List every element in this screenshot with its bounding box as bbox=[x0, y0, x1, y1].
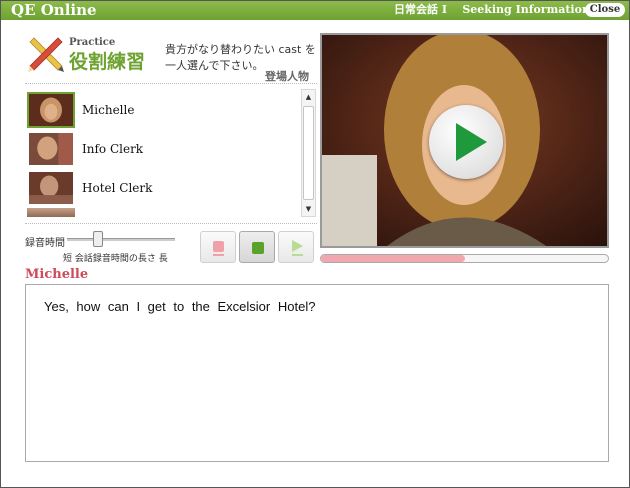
lesson-name: 日常会話 I bbox=[394, 3, 447, 16]
triangle-up-icon[interactable]: ▲ bbox=[302, 90, 315, 104]
cast-thumbnail bbox=[29, 133, 73, 165]
cast-name: Info Clerk bbox=[82, 142, 144, 156]
play-button[interactable] bbox=[429, 105, 503, 179]
lesson-title: 日常会話 I Seeking Information bbox=[394, 1, 590, 19]
cast-name: Hotel Clerk bbox=[82, 181, 153, 195]
cast-thumbnail bbox=[27, 92, 75, 128]
record-stop-icon bbox=[213, 241, 224, 256]
play-recording-button[interactable] bbox=[278, 231, 314, 263]
title-bar: QE Online 日常会話 I Seeking Information Clo… bbox=[1, 1, 629, 20]
cast-name: Michelle bbox=[82, 103, 135, 117]
pencil-ruler-icon bbox=[28, 37, 64, 72]
cast-item-hotel-clerk[interactable]: Hotel Clerk bbox=[25, 169, 301, 207]
cast-scrollbar[interactable]: ▲ ▼ bbox=[301, 89, 316, 217]
recording-length-label: 録音時間 bbox=[25, 238, 65, 249]
close-button[interactable]: Close bbox=[585, 3, 625, 17]
slider-caption: 短 会話録音時間の長さ 長 bbox=[63, 254, 168, 264]
divider bbox=[25, 83, 317, 84]
slider-thumb[interactable] bbox=[93, 231, 103, 247]
cast-item-michelle[interactable]: Michelle bbox=[25, 91, 301, 129]
cast-list: Michelle Info Clerk Hotel Clerk bbox=[25, 89, 301, 217]
divider bbox=[25, 223, 317, 224]
app-window: QE Online 日常会話 I Seeking Information Clo… bbox=[0, 0, 630, 488]
cast-heading: 登場人物 bbox=[265, 70, 309, 83]
recording-length-slider[interactable] bbox=[67, 238, 175, 241]
cast-thumbnail-partial bbox=[27, 208, 75, 217]
cast-thumbnail bbox=[29, 172, 73, 204]
triangle-down-icon[interactable]: ▼ bbox=[302, 202, 315, 216]
app-title: QE Online bbox=[11, 1, 97, 19]
stop-icon bbox=[252, 242, 264, 254]
stop-button[interactable] bbox=[239, 231, 275, 263]
cast-item-info-clerk[interactable]: Info Clerk bbox=[25, 130, 301, 168]
play-icon bbox=[292, 240, 303, 256]
scroll-thumb[interactable] bbox=[303, 106, 314, 200]
lesson-subtitle: Seeking Information bbox=[462, 3, 590, 16]
play-icon bbox=[456, 123, 487, 161]
speaker-name: Michelle bbox=[25, 267, 89, 282]
video-progress-bar[interactable] bbox=[320, 254, 609, 263]
progress-fill bbox=[321, 255, 465, 262]
video-player[interactable] bbox=[320, 33, 609, 248]
record-button[interactable] bbox=[200, 231, 236, 263]
transcript-line: Yes, how can I get to the Excelsior Hote… bbox=[44, 299, 316, 314]
transcript-box: Yes, how can I get to the Excelsior Hote… bbox=[25, 284, 609, 462]
practice-label-jp: 役割練習 bbox=[69, 51, 146, 73]
